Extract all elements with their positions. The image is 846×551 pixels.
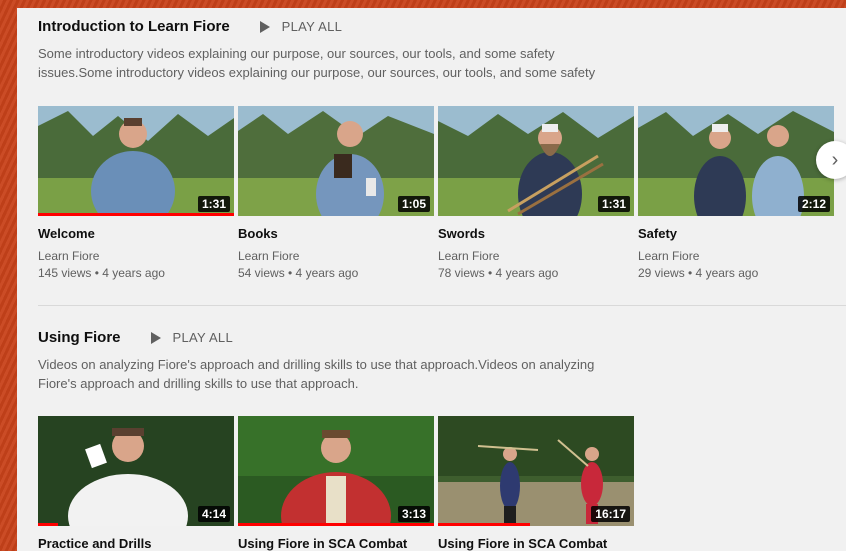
video-title[interactable]: Welcome bbox=[38, 226, 234, 241]
shelf-divider bbox=[38, 305, 846, 306]
shelf-title[interactable]: Using Fiore bbox=[38, 329, 121, 346]
play-all-label: PLAY ALL bbox=[281, 19, 343, 34]
shelf-description: Videos on analyzing Fiore's approach and… bbox=[38, 357, 595, 391]
watch-progress bbox=[38, 523, 58, 526]
video-thumbnail[interactable]: 1:05 bbox=[238, 106, 434, 216]
video-title[interactable]: Swords bbox=[438, 226, 634, 241]
video-card[interactable]: 1:31 Swords Learn Fiore 78 views • 4 yea… bbox=[438, 106, 634, 280]
duration-badge: 2:12 bbox=[797, 196, 830, 212]
video-thumbnail[interactable]: 2:12 bbox=[638, 106, 834, 216]
play-all-label: PLAY ALL bbox=[172, 330, 233, 345]
play-all-button[interactable]: PLAY ALL bbox=[150, 330, 233, 345]
watch-progress bbox=[438, 523, 531, 526]
video-title[interactable]: Using Fiore in SCA Combat bbox=[238, 536, 434, 551]
duration-badge: 1:31 bbox=[197, 196, 230, 212]
shelf-header: Using Fiore PLAY ALL bbox=[38, 329, 233, 346]
shelf-title[interactable]: Introduction to Learn Fiore bbox=[38, 18, 230, 35]
duration-badge: 3:13 bbox=[397, 506, 430, 522]
video-thumbnail[interactable]: 1:31 bbox=[438, 106, 634, 216]
video-title[interactable]: Practice and Drills bbox=[38, 536, 234, 551]
shelf-description: Some introductory videos explaining our … bbox=[38, 46, 596, 80]
video-thumbnail[interactable]: 3:13 bbox=[238, 416, 434, 526]
video-card[interactable]: 16:17 Using Fiore in SCA Combat bbox=[438, 416, 634, 551]
next-button[interactable]: › bbox=[816, 141, 846, 179]
duration-badge: 4:14 bbox=[197, 506, 230, 522]
channel-shelves-panel: Introduction to Learn Fiore PLAY ALL Som… bbox=[17, 8, 846, 551]
video-thumbnail[interactable]: 1:31 bbox=[38, 106, 234, 216]
play-all-button[interactable]: PLAY ALL bbox=[259, 19, 343, 34]
video-card[interactable]: 2:12 Safety Learn Fiore 29 views • 4 yea… bbox=[638, 106, 834, 280]
channel-name[interactable]: Learn Fiore bbox=[238, 249, 434, 263]
play-icon bbox=[150, 331, 161, 344]
video-meta: 78 views • 4 years ago bbox=[438, 266, 559, 280]
shelf-header: Introduction to Learn Fiore PLAY ALL bbox=[38, 18, 342, 35]
video-card[interactable]: 4:14 Practice and Drills bbox=[38, 416, 234, 551]
video-title[interactable]: Safety bbox=[638, 226, 834, 241]
video-meta: 54 views • 4 years ago bbox=[238, 266, 359, 280]
video-card[interactable]: 3:13 Using Fiore in SCA Combat bbox=[238, 416, 434, 551]
video-thumbnail[interactable]: 4:14 bbox=[38, 416, 234, 526]
channel-name[interactable]: Learn Fiore bbox=[438, 249, 634, 263]
channel-name[interactable]: Learn Fiore bbox=[638, 249, 834, 263]
channel-name[interactable]: Learn Fiore bbox=[38, 249, 234, 263]
watch-progress bbox=[38, 213, 234, 216]
duration-badge: 1:05 bbox=[397, 196, 430, 212]
play-icon bbox=[259, 20, 270, 33]
video-title[interactable]: Using Fiore in SCA Combat bbox=[438, 536, 634, 551]
chevron-right-icon: › bbox=[831, 148, 839, 171]
video-title[interactable]: Books bbox=[238, 226, 434, 241]
video-meta: 145 views • 4 years ago bbox=[38, 266, 165, 280]
video-card[interactable]: 1:31 Welcome Learn Fiore 145 views • 4 y… bbox=[38, 106, 234, 280]
video-card[interactable]: 1:05 Books Learn Fiore 54 views • 4 year… bbox=[238, 106, 434, 280]
watch-progress bbox=[238, 523, 434, 526]
video-meta: 29 views • 4 years ago bbox=[638, 266, 759, 280]
video-thumbnail[interactable]: 16:17 bbox=[438, 416, 634, 526]
duration-badge: 1:31 bbox=[597, 196, 630, 212]
duration-badge: 16:17 bbox=[591, 506, 630, 522]
